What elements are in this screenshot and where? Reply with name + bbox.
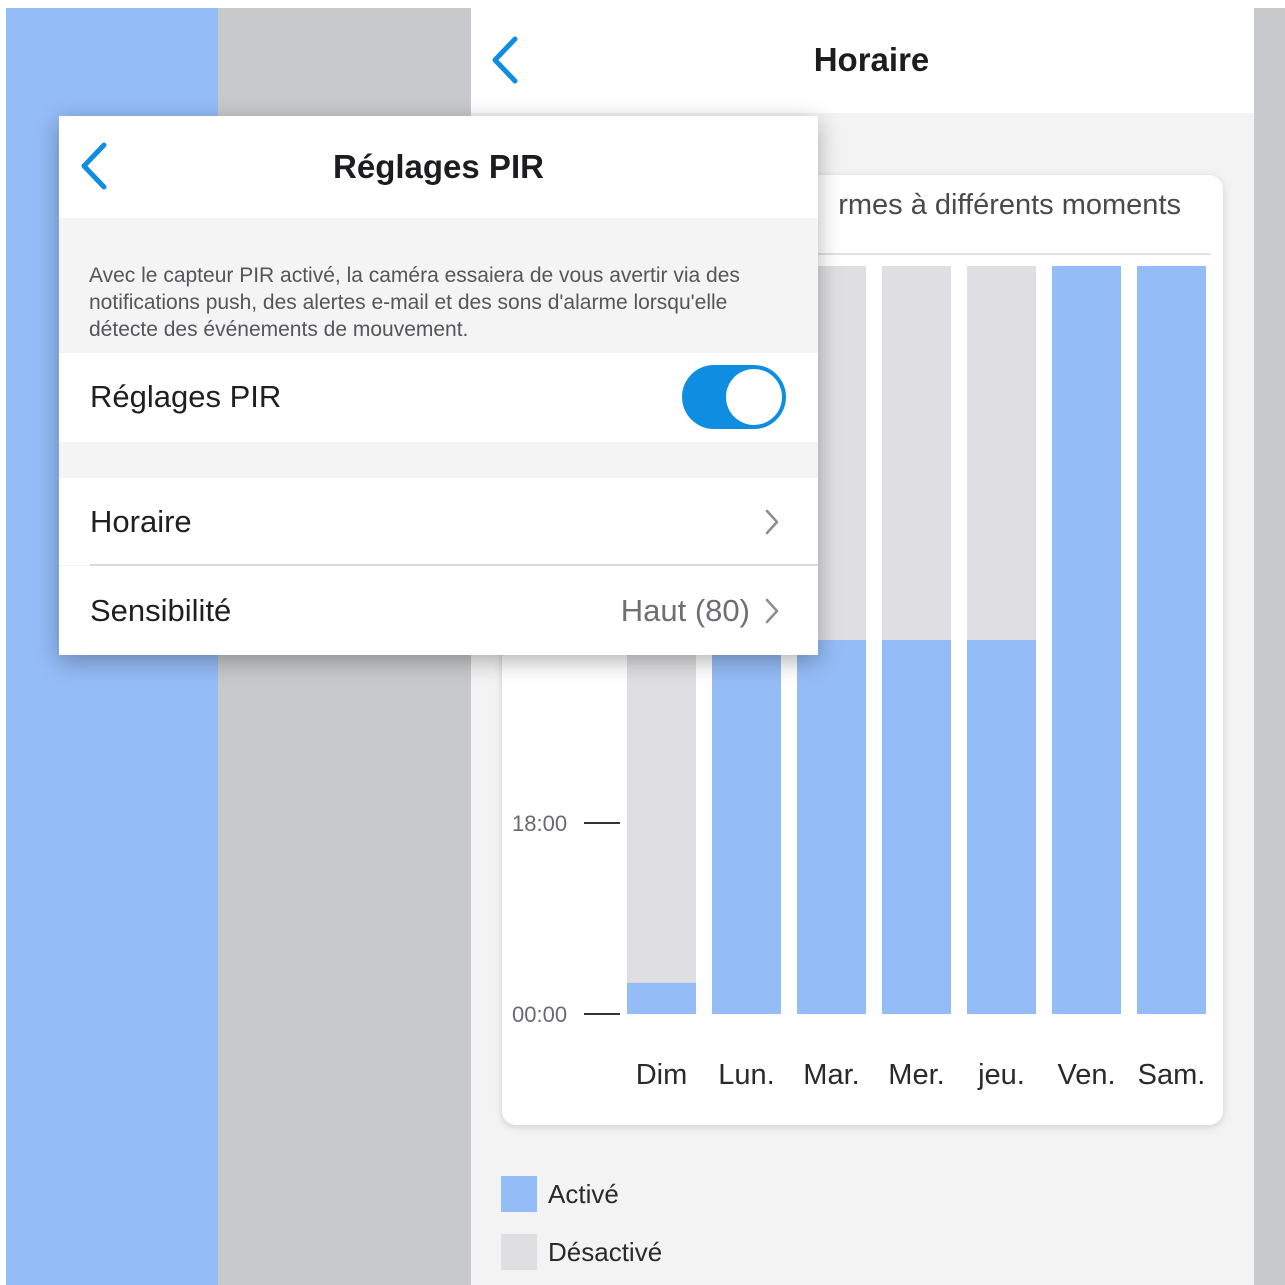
bar-active-2[interactable] <box>797 640 866 1014</box>
chevron-right-icon <box>764 597 780 625</box>
legend-label-active: Activé <box>548 1179 619 1209</box>
bar-active-4[interactable] <box>967 640 1036 1014</box>
x-tick-label: Mar. <box>803 1059 859 1091</box>
x-tick-label: Dim <box>636 1059 688 1091</box>
x-tick-label: Ven. <box>1057 1059 1115 1091</box>
x-tick-label: Lun. <box>718 1059 774 1091</box>
legend-label-inactive: Désactivé <box>548 1237 663 1267</box>
schedule-row[interactable]: Horaire <box>59 478 818 565</box>
pir-title: Réglages PIR <box>333 148 544 185</box>
pir-toggle-switch[interactable] <box>682 365 786 429</box>
pir-header: Réglages PIR <box>59 116 818 218</box>
schedule-header: Horaire <box>471 8 1254 113</box>
sensitivity-value: Haut (80) <box>620 593 750 628</box>
bar-active-0[interactable] <box>627 982 696 1014</box>
x-tick-label: jeu. <box>977 1059 1025 1091</box>
bar-active-5[interactable] <box>1052 266 1121 1014</box>
schedule-row-label: Horaire <box>90 504 192 539</box>
y-tick-label: 00:00 <box>512 1002 567 1027</box>
background-right-strip <box>1254 8 1285 1285</box>
y-tick-label: 18:00 <box>512 811 567 836</box>
x-tick-label: Sam. <box>1138 1059 1206 1091</box>
pir-toggle-label: Réglages PIR <box>90 379 282 414</box>
bar-active-3[interactable] <box>882 640 951 1014</box>
schedule-title: Horaire <box>813 41 930 78</box>
screenshot: Horaire rmes à différents moments Dim Lun… <box>0 0 1285 1285</box>
toggle-knob <box>726 369 782 425</box>
sensitivity-row[interactable]: Sensibilité Haut (80) <box>59 566 818 655</box>
pir-description: Avec le capteur PIR activé, la caméra es… <box>89 264 740 341</box>
legend-swatch-inactive <box>501 1234 537 1270</box>
bar-active-6[interactable] <box>1137 266 1206 1014</box>
x-tick-label: Mer. <box>888 1059 944 1091</box>
sensitivity-row-label: Sensibilité <box>90 593 232 628</box>
bar-active-1[interactable] <box>712 640 781 1014</box>
legend-swatch-active <box>501 1176 537 1212</box>
chevron-right-icon <box>764 508 780 536</box>
pir-settings-panel: Réglages PIR Avec le capteur PIR activé,… <box>59 116 818 655</box>
